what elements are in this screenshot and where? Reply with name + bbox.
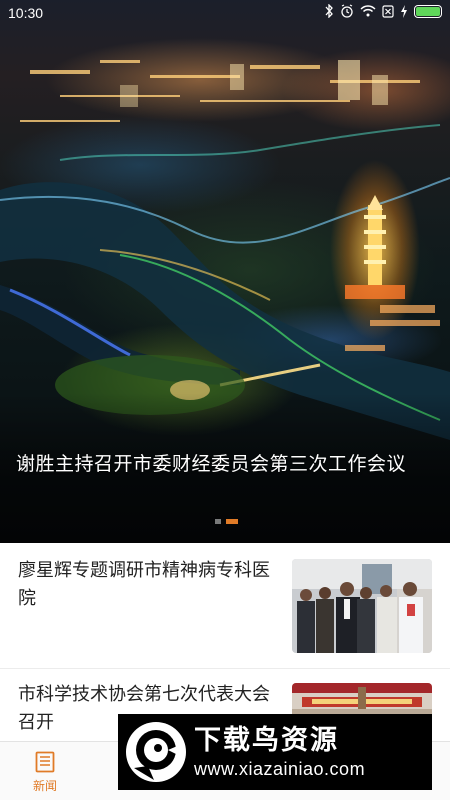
charging-icon [400,4,408,18]
wifi-icon [360,5,376,17]
newspaper-icon [33,750,57,774]
bird-logo-icon [126,722,186,782]
carousel-dot-active[interactable] [226,519,238,524]
sim-off-icon [382,4,394,18]
news-title[interactable]: 廖星辉专题调研市精神病专科医院 [18,557,280,613]
tab-news-label: 新闻 [32,779,57,793]
list-item[interactable]: 廖星辉专题调研市精神病专科医院 [0,543,450,668]
carousel-indicator [215,519,238,524]
hero-title[interactable]: 谢胜主持召开市委财经委员会第三次工作会议 [16,450,436,478]
status-bar: 10:30 [0,0,450,26]
carousel-dot[interactable] [215,519,221,524]
bluetooth-icon [324,4,334,18]
hero-carousel[interactable]: 谢胜主持召开市委财经委员会第三次工作会议 10:30 [0,0,450,543]
watermark: 下载鸟资源 www.xiazainiao.com [118,714,432,790]
alarm-icon [340,4,354,18]
tab-news[interactable]: 新闻 [0,742,90,800]
news-thumbnail[interactable] [292,559,432,653]
watermark-brand: 下载鸟资源 [194,725,339,756]
battery-icon [414,4,442,18]
status-time: 10:30 [8,5,44,21]
watermark-url: www.xiazainiao.com [194,759,366,779]
